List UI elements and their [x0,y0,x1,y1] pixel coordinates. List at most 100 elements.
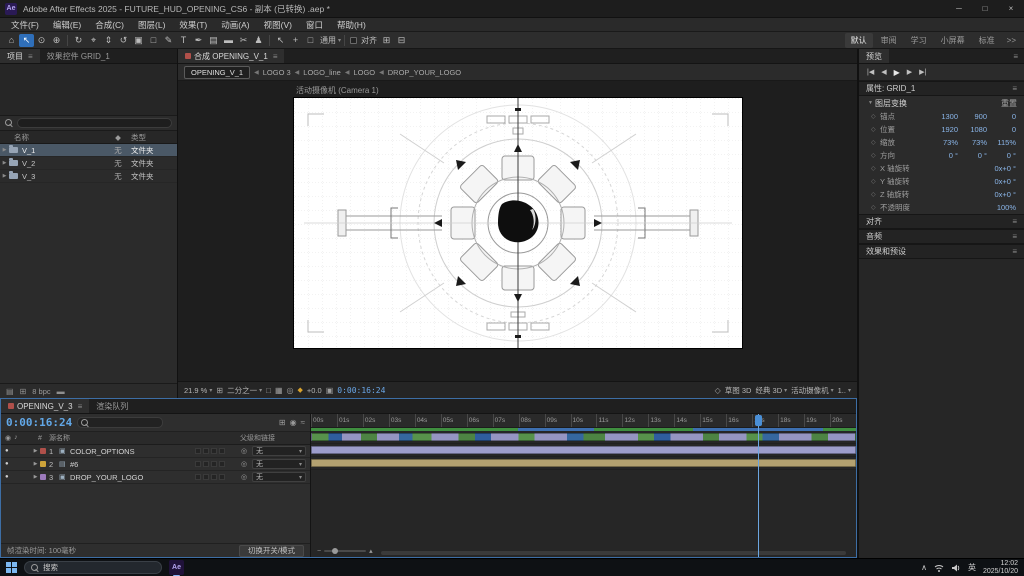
camera-dropdown[interactable]: 活动摄像机▾ [791,385,834,396]
stopwatch-icon[interactable]: ◇ [871,204,880,211]
horizontal-scrollbar[interactable] [381,551,846,555]
stopwatch-icon[interactable]: ◇ [871,178,880,185]
panel-menu-icon[interactable]: ≡ [1012,84,1017,93]
menu-edit[interactable]: 编辑(E) [46,18,88,32]
resolution-dropdown[interactable]: 二分之一▾ [227,385,262,396]
renderer-dropdown[interactable]: 经典 3D▾ [755,385,787,396]
home-tool-icon[interactable] [4,34,19,47]
shape-tool-icon[interactable] [146,34,161,47]
zoom-out-icon[interactable]: − [317,548,321,555]
first-frame-button[interactable]: |◀ [867,68,874,76]
value[interactable]: 100% [994,203,1016,212]
label-chip[interactable] [40,474,46,480]
draft-3d-icon[interactable]: ◇ [715,386,721,395]
menu-composition[interactable]: 合成(C) [88,18,131,32]
zoom-in-icon[interactable]: ▴ [369,547,373,555]
parent-dropdown[interactable]: 无▾ [252,472,306,482]
value-y[interactable]: 73% [965,138,987,147]
next-frame-button[interactable]: ▶ [907,68,912,76]
previous-frame-button[interactable]: ◀ [881,68,886,76]
switch-cell[interactable] [195,461,201,467]
column-name[interactable]: 名称 [0,132,105,143]
layer-bar-3[interactable] [311,459,856,467]
snap-checkbox[interactable] [350,37,357,44]
trash-icon[interactable]: ▬ [57,387,65,396]
interpret-footage-icon[interactable]: ▤ [6,387,14,396]
menu-effect[interactable]: 效果(T) [172,18,214,32]
breadcrumb[interactable]: LOGO_line [303,68,341,77]
twirl-icon[interactable]: ▶ [31,448,40,454]
hidden-icons-chevron[interactable]: ∧ [921,563,927,572]
stopwatch-icon[interactable]: ◇ [871,139,880,146]
current-time-display[interactable]: 0:00:16:24 [6,416,72,429]
value-z[interactable]: 0 ° [994,151,1016,160]
menu-view[interactable]: 视图(V) [257,18,299,32]
workspace-review[interactable]: 审阅 [875,33,903,48]
twirl-icon[interactable]: ▶ [0,147,9,153]
column-source-name[interactable]: 源名称 [49,433,240,443]
layer-bar-1[interactable] [311,433,856,441]
value-y[interactable]: 900 [965,112,987,121]
value[interactable]: 0x+0 ° [994,164,1016,173]
switch-cell[interactable] [195,448,201,454]
value-x[interactable]: 1300 [936,112,958,121]
switch-cell[interactable] [211,448,217,454]
project-row-v1[interactable]: ▶ V_1 无 文件夹 [0,144,177,157]
stopwatch-icon[interactable]: ◇ [871,152,880,159]
switch-cell[interactable] [211,474,217,480]
view-layout-dropdown[interactable]: 1..▾ [838,386,851,395]
project-row-v2[interactable]: ▶ V_2 无 文件夹 [0,157,177,170]
playhead-line[interactable] [758,414,759,557]
value-y[interactable]: 0 ° [965,151,987,160]
snapshot-icon[interactable]: ▣ [326,386,334,395]
taskbar-after-effects-icon[interactable]: Ae [169,560,184,575]
panel-menu-icon[interactable]: ≡ [1012,232,1017,241]
play-button[interactable]: ▶ [894,68,900,77]
label-chip[interactable] [40,461,46,467]
stopwatch-icon[interactable]: ◇ [871,191,880,198]
switch-cell[interactable] [219,474,225,480]
maximize-button[interactable]: □ [972,0,998,18]
taskbar-search[interactable]: 搜索 [24,561,162,574]
layer-bar-2[interactable] [311,446,856,454]
stopwatch-icon[interactable]: ◇ [871,113,880,120]
comp-timecode[interactable]: 0:00:16:24 [337,386,385,395]
layer-row-2[interactable]: ● ▶ 2 ▤ #6 ◎ 无▾ [1,458,310,471]
tab-composition[interactable]: 合成 OPENING_V_1 ≡ [178,49,284,63]
workspace-learn[interactable]: 学习 [905,33,933,48]
brush-tool-icon[interactable] [191,34,206,47]
menu-animation[interactable]: 动画(A) [214,18,256,32]
pickwhip-icon[interactable]: ◎ [241,447,252,455]
transform-section[interactable]: ▼ 图层变换 重置 [859,96,1024,110]
mask-selection-icon[interactable] [273,34,288,47]
value-x[interactable]: 0 ° [936,151,958,160]
menu-layer[interactable]: 图层(L) [131,18,172,32]
twirl-icon[interactable]: ▶ [0,173,9,179]
reset-button[interactable]: 重置 [1001,98,1017,109]
column-parent[interactable]: 父级和链接 [240,433,310,443]
switch-cell[interactable] [219,461,225,467]
input-language[interactable]: 英 [968,562,976,573]
column-type[interactable]: 类型 [131,132,177,143]
zoom-thumb[interactable] [332,548,338,554]
value-x[interactable]: 73% [936,138,958,147]
label-chip[interactable] [40,448,46,454]
project-column-headers[interactable]: 名称 ◆ 类型 [0,131,177,144]
hand-tool-icon[interactable] [34,34,49,47]
stopwatch-icon[interactable]: ◇ [871,126,880,133]
snap-label[interactable]: 对齐 [361,35,377,46]
value-z[interactable]: 0 [994,125,1016,134]
selection-tool-icon[interactable] [19,34,34,47]
type-tool-icon[interactable] [176,34,191,47]
value-z[interactable]: 115% [994,138,1016,147]
menu-window[interactable]: 窗口 [299,18,330,32]
eraser-tool-icon[interactable] [221,34,236,47]
minimize-button[interactable]: ─ [946,0,972,18]
mini-flowchart-icon[interactable]: ⊞ [279,418,286,427]
taskbar-clock[interactable]: 12:02 2025/10/20 [983,560,1018,576]
start-button[interactable] [6,562,17,573]
common-mode-label[interactable]: 通用 [320,35,336,46]
value[interactable]: 0x+0 ° [994,190,1016,199]
grid-guides-icon[interactable] [216,386,223,395]
value-z[interactable]: 0 [994,112,1016,121]
